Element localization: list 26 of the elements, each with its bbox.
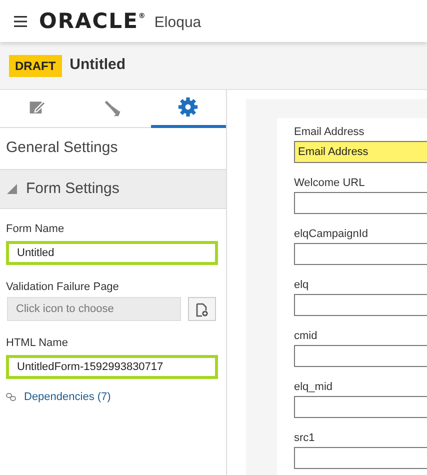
field-label: elq [294,278,310,293]
text-field[interactable]: UntitledForm-1592993830717 [6,354,218,378]
product-name: Eloqua [154,12,202,33]
expand-triangle-icon [6,182,18,195]
brush-icon [102,98,123,118]
field-label: HTML Name [6,336,69,351]
field-label: Email Address [294,125,366,140]
status-badge: DRAFT [9,54,62,76]
section-header[interactable]: Form Settings [0,170,226,209]
page-add-icon [196,302,208,317]
field-label: src1 [294,431,316,446]
link-icon [6,392,16,401]
asset-title: Untitled [70,55,126,76]
field-label: Form Name [6,222,66,237]
brand-logo: ORACLE$^{®}$ [39,10,146,32]
field-label: Welcome URL [294,176,366,191]
dependencies-link[interactable]: Dependencies (7) [24,388,111,405]
choose-page-button[interactable] [188,297,216,321]
field-label: Validation Failure Page [6,280,120,294]
field-label: elq_mid [294,380,334,395]
text-field[interactable]: Untitled [6,240,218,264]
text-field[interactable]: Email Address [294,141,427,163]
menu-icon[interactable] [14,16,27,26]
field-label: cmid [294,329,318,344]
gear-icon [178,97,198,118]
field-label: elqCampaignId [294,227,369,242]
